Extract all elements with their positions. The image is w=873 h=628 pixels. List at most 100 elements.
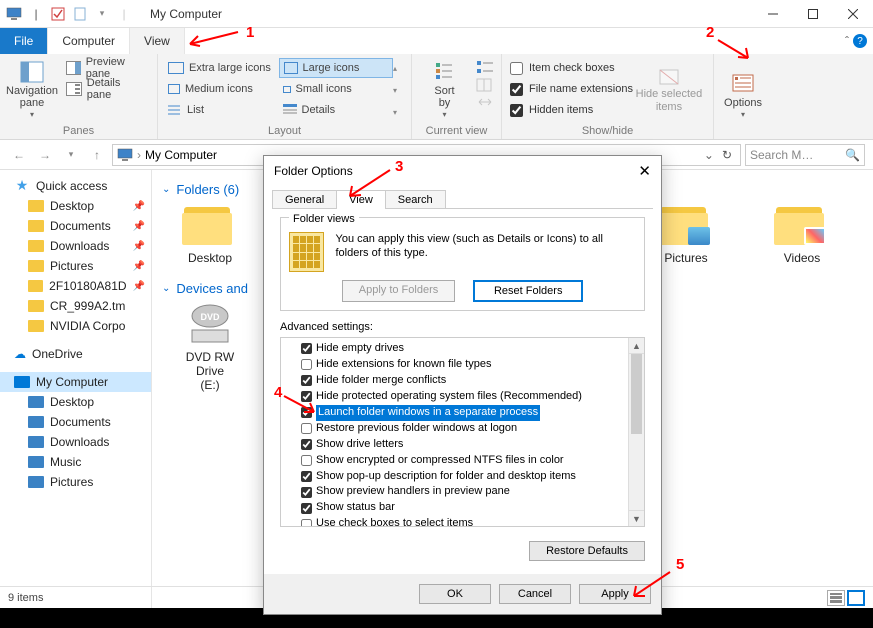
close-button[interactable] (833, 0, 873, 28)
qat-separator: | (116, 6, 132, 22)
sidebar-item[interactable]: Pictures (0, 472, 151, 492)
folder-videos[interactable]: Videos (764, 205, 840, 265)
layout-list[interactable]: List (164, 100, 279, 120)
adv-setting-item[interactable]: Hide empty drives (281, 341, 644, 357)
dialog-tab-search[interactable]: Search (385, 190, 446, 209)
list-icon (168, 104, 182, 116)
dialog-tab-view[interactable]: View (336, 190, 386, 209)
sidebar-item[interactable]: Downloads (0, 432, 151, 452)
hide-selected-button: Hide selected items (635, 58, 703, 123)
help-icon[interactable]: ? (853, 34, 867, 48)
adv-setting-item[interactable]: Show pop-up description for folder and d… (281, 469, 644, 485)
adv-setting-item[interactable]: Show drive letters (281, 437, 644, 453)
hidden-items[interactable]: Hidden items (508, 100, 635, 120)
ribbon: Navigation pane ▾ Preview pane Details p… (0, 54, 873, 140)
recent-dropdown[interactable]: ▾ (60, 144, 82, 166)
sidebar-onedrive[interactable]: ☁OneDrive (0, 344, 151, 364)
details-view-icon[interactable] (827, 590, 845, 606)
tab-view[interactable]: View (130, 28, 185, 54)
maximize-button[interactable] (793, 0, 833, 28)
dialog-close-button[interactable]: ✕ (638, 162, 651, 180)
scroll-down-icon[interactable]: ▼ (629, 510, 644, 526)
adv-setting-item[interactable]: Launch folder windows in a separate proc… (281, 405, 644, 421)
reset-folders-button[interactable]: Reset Folders (473, 280, 583, 302)
layout-small[interactable]: Small icons (279, 79, 394, 99)
dvd-drive-icon: DVD (182, 304, 238, 346)
apply-button[interactable]: Apply (579, 584, 651, 604)
cancel-button[interactable]: Cancel (499, 584, 571, 604)
adv-setting-item[interactable]: Hide protected operating system files (R… (281, 389, 644, 405)
tab-file[interactable]: File (0, 28, 48, 54)
device-dvd[interactable]: DVD DVD RW Drive (E:) (172, 304, 248, 392)
adv-setting-item[interactable]: Restore previous folder windows at logon (281, 421, 644, 437)
refresh-button[interactable]: ↻ (718, 148, 736, 162)
tab-computer[interactable]: Computer (48, 28, 130, 54)
item-check-boxes[interactable]: Item check boxes (508, 58, 635, 78)
qat-dropdown-icon[interactable]: ▾ (94, 6, 110, 22)
group-icon[interactable] (475, 60, 495, 76)
adv-setting-item[interactable]: Show status bar (281, 500, 644, 516)
dialog-tabs: General View Search (264, 186, 661, 209)
layout-medium[interactable]: Medium icons (164, 79, 279, 99)
sort-by-button[interactable]: Sort by▾ (419, 58, 471, 123)
sidebar-item[interactable]: CR_999A2.tm (0, 296, 151, 316)
ribbon-collapse[interactable]: ˆ? (839, 28, 873, 54)
view-mode-icons[interactable] (827, 590, 865, 606)
sidebar-quick-access[interactable]: ★Quick access (0, 176, 151, 196)
back-button[interactable]: ← (8, 144, 30, 166)
status-text: 9 items (8, 592, 43, 604)
ok-button[interactable]: OK (419, 584, 491, 604)
file-name-extensions[interactable]: File name extensions (508, 79, 635, 99)
page-icon[interactable] (72, 6, 88, 22)
layout-extra-large[interactable]: Extra large icons (164, 58, 279, 78)
layout-large[interactable]: Large icons (279, 58, 394, 78)
sidebar-item[interactable]: 2F10180A81D📌 (0, 276, 151, 296)
sidebar-my-computer[interactable]: My Computer (0, 372, 151, 392)
folder-icon (28, 260, 44, 272)
sidebar-item[interactable]: NVIDIA Corpo (0, 316, 151, 336)
restore-defaults-button[interactable]: Restore Defaults (529, 541, 645, 561)
details-pane-button[interactable]: Details pane (62, 79, 151, 99)
scroll-up-icon[interactable]: ▲ (629, 338, 644, 354)
adv-setting-item[interactable]: Hide folder merge conflicts (281, 373, 644, 389)
folder-desktop[interactable]: Desktop (172, 205, 248, 265)
forward-button[interactable]: → (34, 144, 56, 166)
pin-icon: 📌 (133, 261, 145, 272)
breadcrumb[interactable]: My Computer (145, 148, 217, 162)
layout-details[interactable]: Details (279, 100, 394, 120)
search-input[interactable]: Search M…🔍 (745, 144, 865, 166)
sidebar-item[interactable]: Pictures📌 (0, 256, 151, 276)
minimize-button[interactable] (753, 0, 793, 28)
adv-setting-item[interactable]: Show preview handlers in preview pane (281, 484, 644, 500)
folder-icon (28, 456, 44, 468)
advanced-settings-list[interactable]: Hide empty drivesHide extensions for kno… (280, 337, 645, 527)
svg-text:DVD: DVD (200, 312, 220, 322)
sidebar-item[interactable]: Music (0, 452, 151, 472)
chevron-down-icon: ▾ (30, 111, 34, 120)
layout-scroller[interactable]: ▴▾▾ (393, 58, 405, 123)
scroll-thumb[interactable] (631, 354, 642, 434)
scrollbar[interactable]: ▲▼ (628, 338, 644, 526)
up-button[interactable]: ↑ (86, 144, 108, 166)
adv-setting-item[interactable]: Use check boxes to select items (281, 516, 644, 527)
checkbox-icon[interactable] (50, 6, 66, 22)
adv-setting-item[interactable]: Show encrypted or compressed NTFS files … (281, 453, 644, 469)
dialog-tab-general[interactable]: General (272, 190, 337, 209)
sidebar-item[interactable]: Documents📌 (0, 216, 151, 236)
sidebar-item[interactable]: Downloads📌 (0, 236, 151, 256)
preview-pane-button[interactable]: Preview pane (62, 58, 151, 78)
sort-icon (434, 61, 456, 83)
monitor-icon (14, 376, 30, 388)
sidebar-item[interactable]: Desktop📌 (0, 196, 151, 216)
options-button[interactable]: Options▾ (720, 58, 766, 135)
large-icons-view-icon[interactable] (847, 590, 865, 606)
star-icon: ★ (14, 180, 30, 192)
add-columns-icon[interactable] (475, 77, 495, 93)
navigation-pane-button[interactable]: Navigation pane ▾ (6, 58, 58, 123)
sidebar-item[interactable]: Desktop (0, 392, 151, 412)
adv-setting-item[interactable]: Hide extensions for known file types (281, 357, 644, 373)
sidebar-item[interactable]: Documents (0, 412, 151, 432)
size-columns-icon[interactable] (475, 94, 495, 110)
folder-views-icon (289, 232, 324, 272)
address-dropdown[interactable]: ⌄ (704, 148, 714, 162)
